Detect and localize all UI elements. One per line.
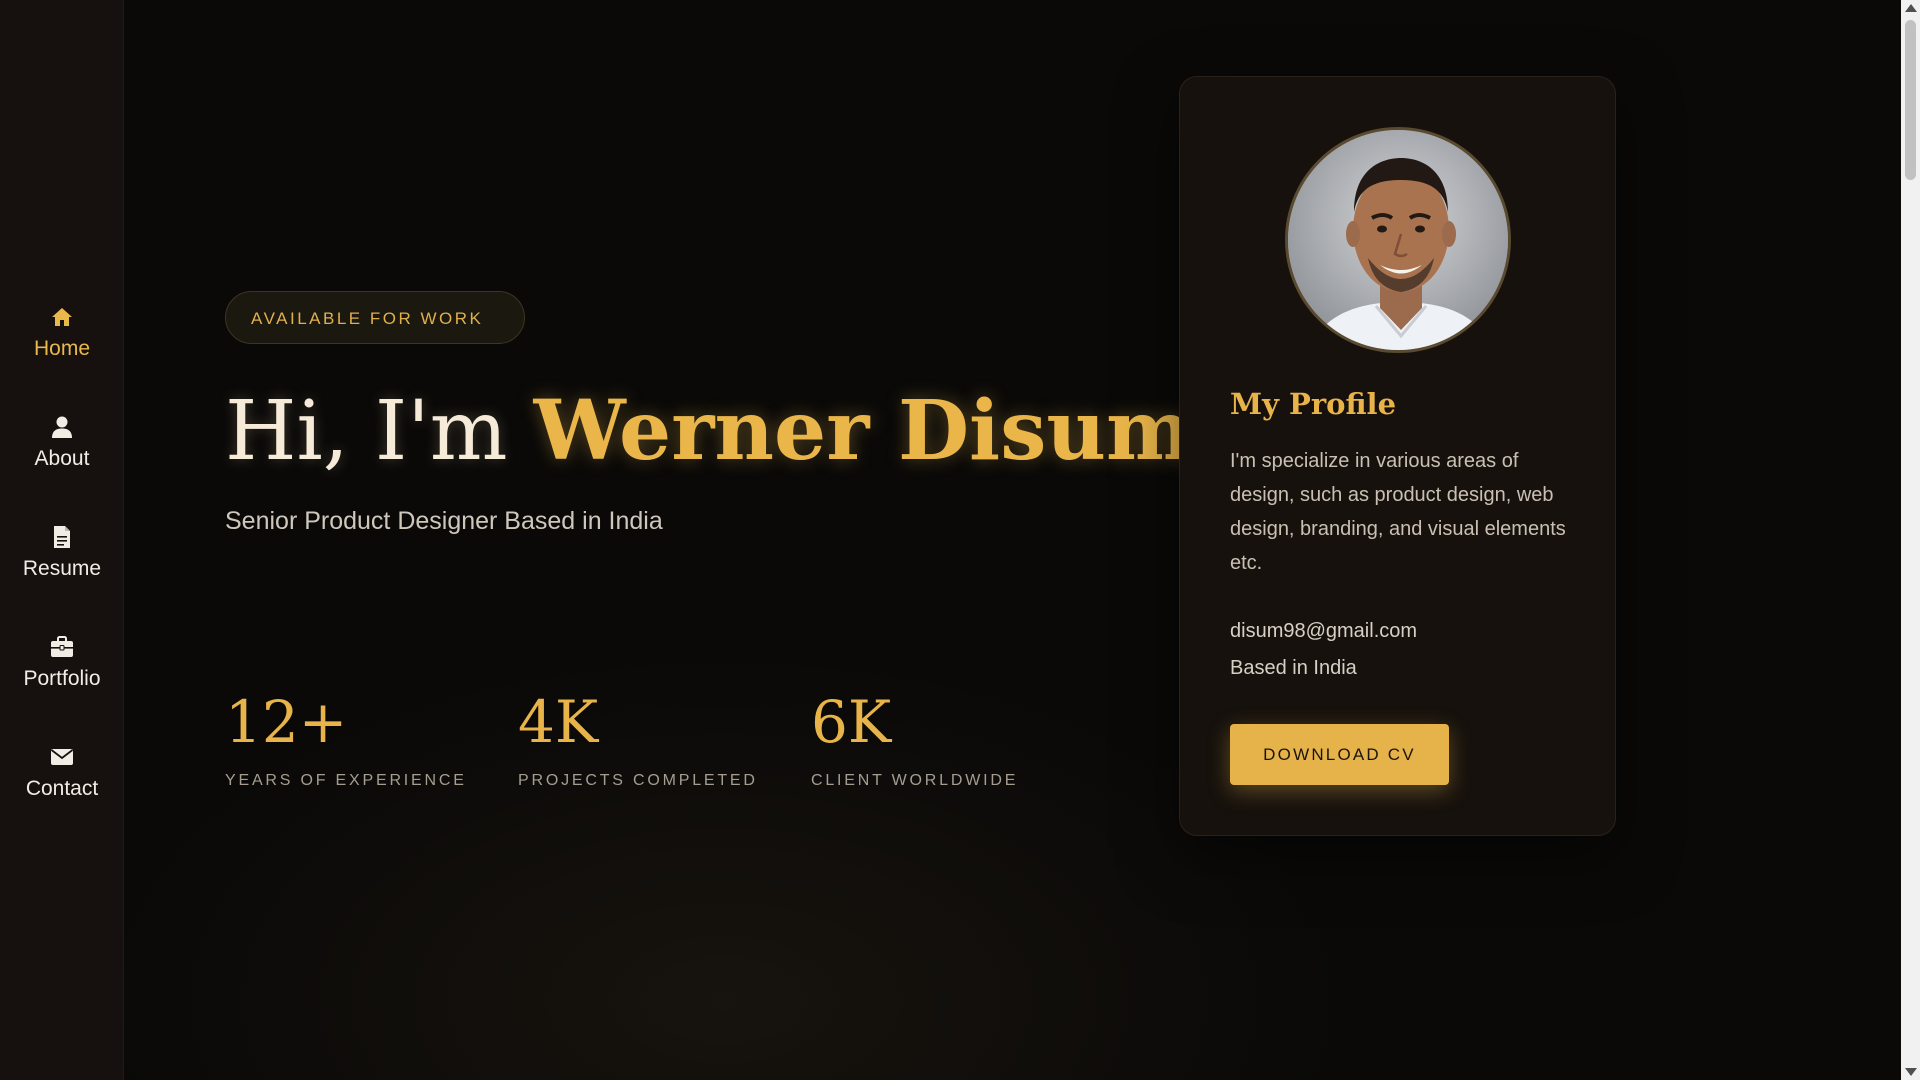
page-background <box>124 0 1901 1080</box>
hero-headline: Hi, I'm Werner Disum <box>225 384 1193 479</box>
sidebar-item-label: Resume <box>22 557 102 580</box>
hero-name: Werner Disum <box>533 383 1193 479</box>
sidebar-item-resume[interactable]: Resume <box>0 498 124 608</box>
profile-description: I'm specialize in various areas of desig… <box>1230 450 1566 574</box>
avatar <box>1285 127 1511 353</box>
hero-section: AVAILABLE FOR WORK Hi, I'm Werner Disum … <box>225 291 1193 536</box>
stat-clients: 6K CLIENT WORLDWIDE <box>811 690 1104 790</box>
stat-experience: 12+ YEARS OF EXPERIENCE <box>225 690 518 790</box>
profile-title: My Profile <box>1230 387 1397 421</box>
sidebar-item-label: Contact <box>25 777 99 800</box>
stat-value: 12+ <box>225 688 348 756</box>
availability-badge: AVAILABLE FOR WORK <box>225 291 526 344</box>
stat-caption: CLIENT WORLDWIDE <box>811 772 1019 789</box>
scroll-up-arrow-icon[interactable] <box>1905 4 1917 12</box>
scroll-down-arrow-icon[interactable] <box>1905 1068 1917 1076</box>
sidebar: Home About Resume Portfolio Contact <box>0 0 124 1080</box>
stat-caption: PROJECTS COMPLETED <box>518 772 758 789</box>
stat-caption: YEARS OF EXPERIENCE <box>225 772 467 789</box>
sidebar-nav: Home About Resume Portfolio Contact <box>0 278 124 828</box>
sidebar-item-label: Home <box>33 337 91 360</box>
greeting-text: Hi, I'm <box>225 384 534 479</box>
user-icon <box>50 415 74 439</box>
hero-subtitle: Senior Product Designer Based in India <box>225 507 663 535</box>
home-icon <box>50 305 74 329</box>
profile-card: My Profile I'm specialize in various are… <box>1179 76 1616 836</box>
envelope-icon <box>50 745 74 769</box>
stat-projects: 4K PROJECTS COMPLETED <box>518 690 811 790</box>
document-icon <box>50 525 74 549</box>
briefcase-icon <box>50 635 74 659</box>
sidebar-item-home[interactable]: Home <box>0 278 124 388</box>
profile-email[interactable]: disum98@gmail.com <box>1230 620 1417 643</box>
sidebar-item-portfolio[interactable]: Portfolio <box>0 608 124 718</box>
stat-value: 6K <box>811 688 892 756</box>
stat-value: 4K <box>518 688 599 756</box>
profile-location: Based in India <box>1230 657 1357 679</box>
download-cv-button[interactable]: DOWNLOAD CV <box>1230 724 1449 785</box>
stats-row: 12+ YEARS OF EXPERIENCE 4K PROJECTS COMP… <box>225 690 1104 790</box>
vertical-scrollbar[interactable] <box>1901 0 1920 1080</box>
sidebar-item-about[interactable]: About <box>0 388 124 498</box>
scrollbar-thumb[interactable] <box>1905 20 1916 180</box>
sidebar-item-contact[interactable]: Contact <box>0 718 124 828</box>
sidebar-item-label: About <box>34 447 90 470</box>
sidebar-item-label: Portfolio <box>23 667 101 690</box>
